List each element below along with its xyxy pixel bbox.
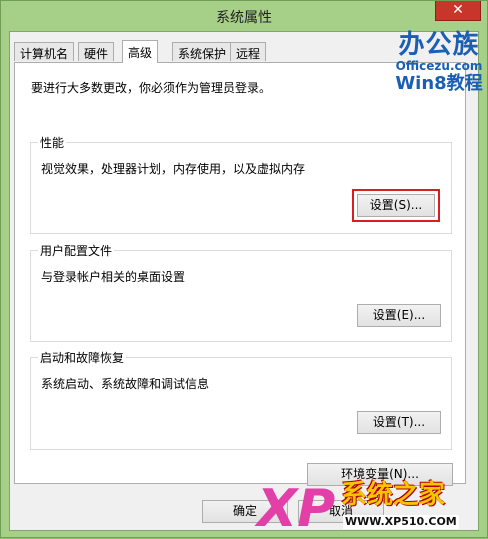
xp-logo-icon: XP — [257, 479, 336, 539]
xp510-brand-text: 系统之家 — [341, 480, 446, 510]
performance-title: 性能 — [38, 134, 67, 151]
xp510-watermark-logo: XP 系统之家 WWW.XP510.COM — [257, 475, 487, 537]
user-profiles-title: 用户配置文件 — [38, 242, 115, 259]
officezu-logo-line2: Officezu.com — [395, 59, 483, 73]
user-profiles-group: 用户配置文件 与登录帐户相关的桌面设置 设置(E)... — [30, 242, 452, 342]
tab-system-protection[interactable]: 系统保护 — [172, 42, 233, 61]
startup-recovery-title: 启动和故障恢复 — [38, 349, 127, 366]
admin-note: 要进行大多数更改，你必须作为管理员登录。 — [31, 81, 272, 95]
tab-hardware[interactable]: 硬件 — [78, 42, 115, 61]
tab-remote[interactable]: 远程 — [230, 42, 267, 61]
performance-group: 性能 视觉效果，处理器计划，内存使用，以及虚拟内存 设置(S)... — [30, 134, 452, 234]
user-profiles-settings-button[interactable]: 设置(E)... — [357, 304, 441, 327]
xp510-url-text: WWW.XP510.COM — [343, 515, 459, 529]
performance-settings-button[interactable]: 设置(S)... — [352, 189, 440, 222]
performance-description: 视觉效果，处理器计划，内存使用，以及虚拟内存 — [41, 162, 306, 176]
startup-recovery-group: 启动和故障恢复 系统启动、系统故障和调试信息 设置(T)... — [30, 349, 452, 450]
system-properties-window: 系统属性 ✕ 计算机名 硬件 高级 系统保护 远程 要进行大多数更改，你必须作为… — [0, 0, 488, 538]
tab-computer-name[interactable]: 计算机名 — [14, 42, 75, 61]
close-button[interactable]: ✕ — [435, 1, 481, 21]
close-icon: ✕ — [452, 2, 464, 18]
dialog-client-area: 计算机名 硬件 高级 系统保护 远程 要进行大多数更改，你必须作为管理员登录。 … — [9, 31, 479, 531]
tab-advanced[interactable]: 高级 — [122, 40, 159, 63]
startup-recovery-settings-button[interactable]: 设置(T)... — [357, 411, 441, 434]
advanced-tab-panel: 要进行大多数更改，你必须作为管理员登录。 性能 视觉效果，处理器计划，内存使用，… — [14, 62, 466, 486]
officezu-logo-line3: Win8教程 — [395, 73, 483, 94]
officezu-logo-line1: 办公族 — [398, 30, 480, 60]
officezu-watermark-logo: 办公族 Officezu.com Win8教程 — [393, 31, 485, 103]
user-profiles-description: 与登录帐户相关的桌面设置 — [41, 270, 186, 284]
startup-recovery-description: 系统启动、系统故障和调试信息 — [41, 377, 210, 391]
window-title: 系统属性 — [216, 10, 272, 26]
title-bar[interactable]: 系统属性 ✕ — [1, 1, 487, 31]
